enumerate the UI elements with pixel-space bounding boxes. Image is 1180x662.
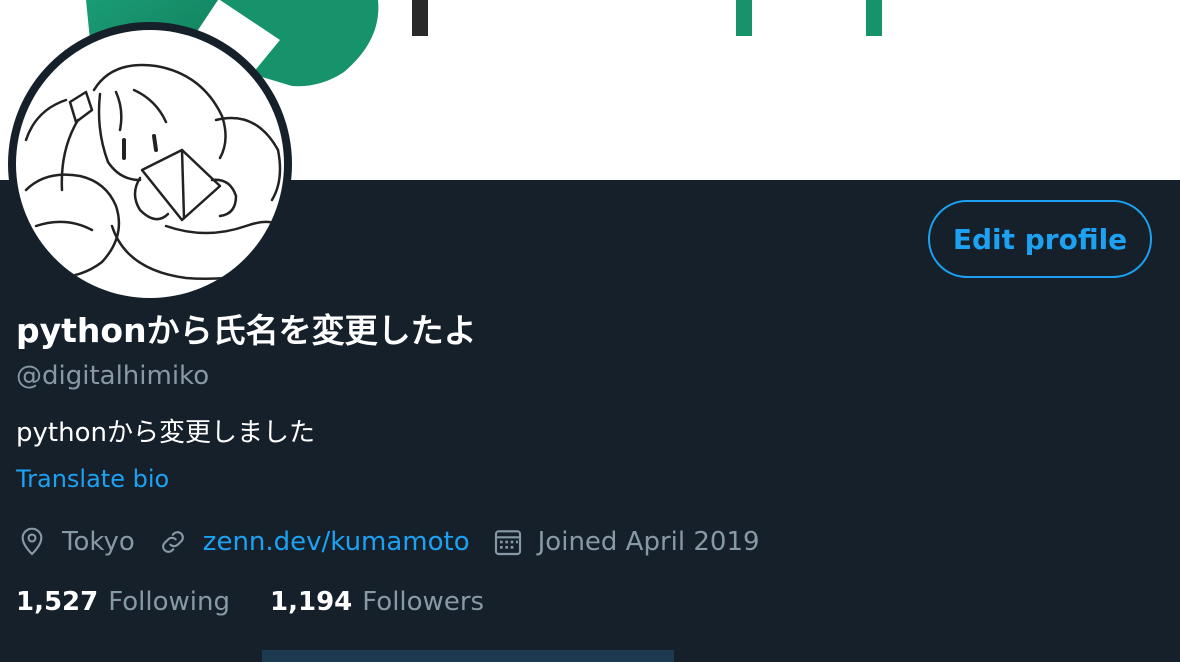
website-link[interactable]: zenn.dev/kumamoto [203, 527, 470, 557]
avatar-image [16, 30, 284, 298]
display-name: pythonから氏名を変更したよ [16, 311, 477, 350]
followers-stat[interactable]: 1,194 Followers [270, 587, 484, 617]
following-stat[interactable]: 1,527 Following [16, 587, 230, 617]
profile-page: Edit profile pythonから氏名を変更したよ @digitalhi… [0, 0, 1180, 662]
following-label: Following [108, 587, 231, 617]
following-count: 1,527 [16, 587, 99, 617]
calendar-icon [494, 530, 521, 556]
website-item: zenn.dev/kumamoto [157, 526, 470, 558]
joined-item: Joined April 2019 [492, 526, 760, 558]
location-text: Tokyo [62, 527, 135, 557]
translate-bio-link[interactable]: Translate bio [16, 462, 169, 496]
follow-stats: 1,527 Following 1,194 Followers [16, 580, 524, 624]
followers-count: 1,194 [270, 587, 353, 617]
edit-profile-button[interactable]: Edit profile [928, 200, 1152, 278]
location-item: Tokyo [16, 526, 135, 558]
joined-date: Joined April 2019 [537, 527, 760, 557]
avatar[interactable] [8, 22, 292, 306]
tab-hover-highlight [262, 650, 674, 662]
profile-meta-row: Tokyo zenn.dev/kumamoto Joined April 201… [16, 520, 782, 564]
username-handle: @digitalhimiko [16, 361, 210, 391]
location-pin-icon [21, 527, 43, 556]
followers-label: Followers [362, 587, 485, 617]
profile-bio: pythonから変更しました [16, 418, 315, 448]
link-icon [161, 531, 184, 553]
